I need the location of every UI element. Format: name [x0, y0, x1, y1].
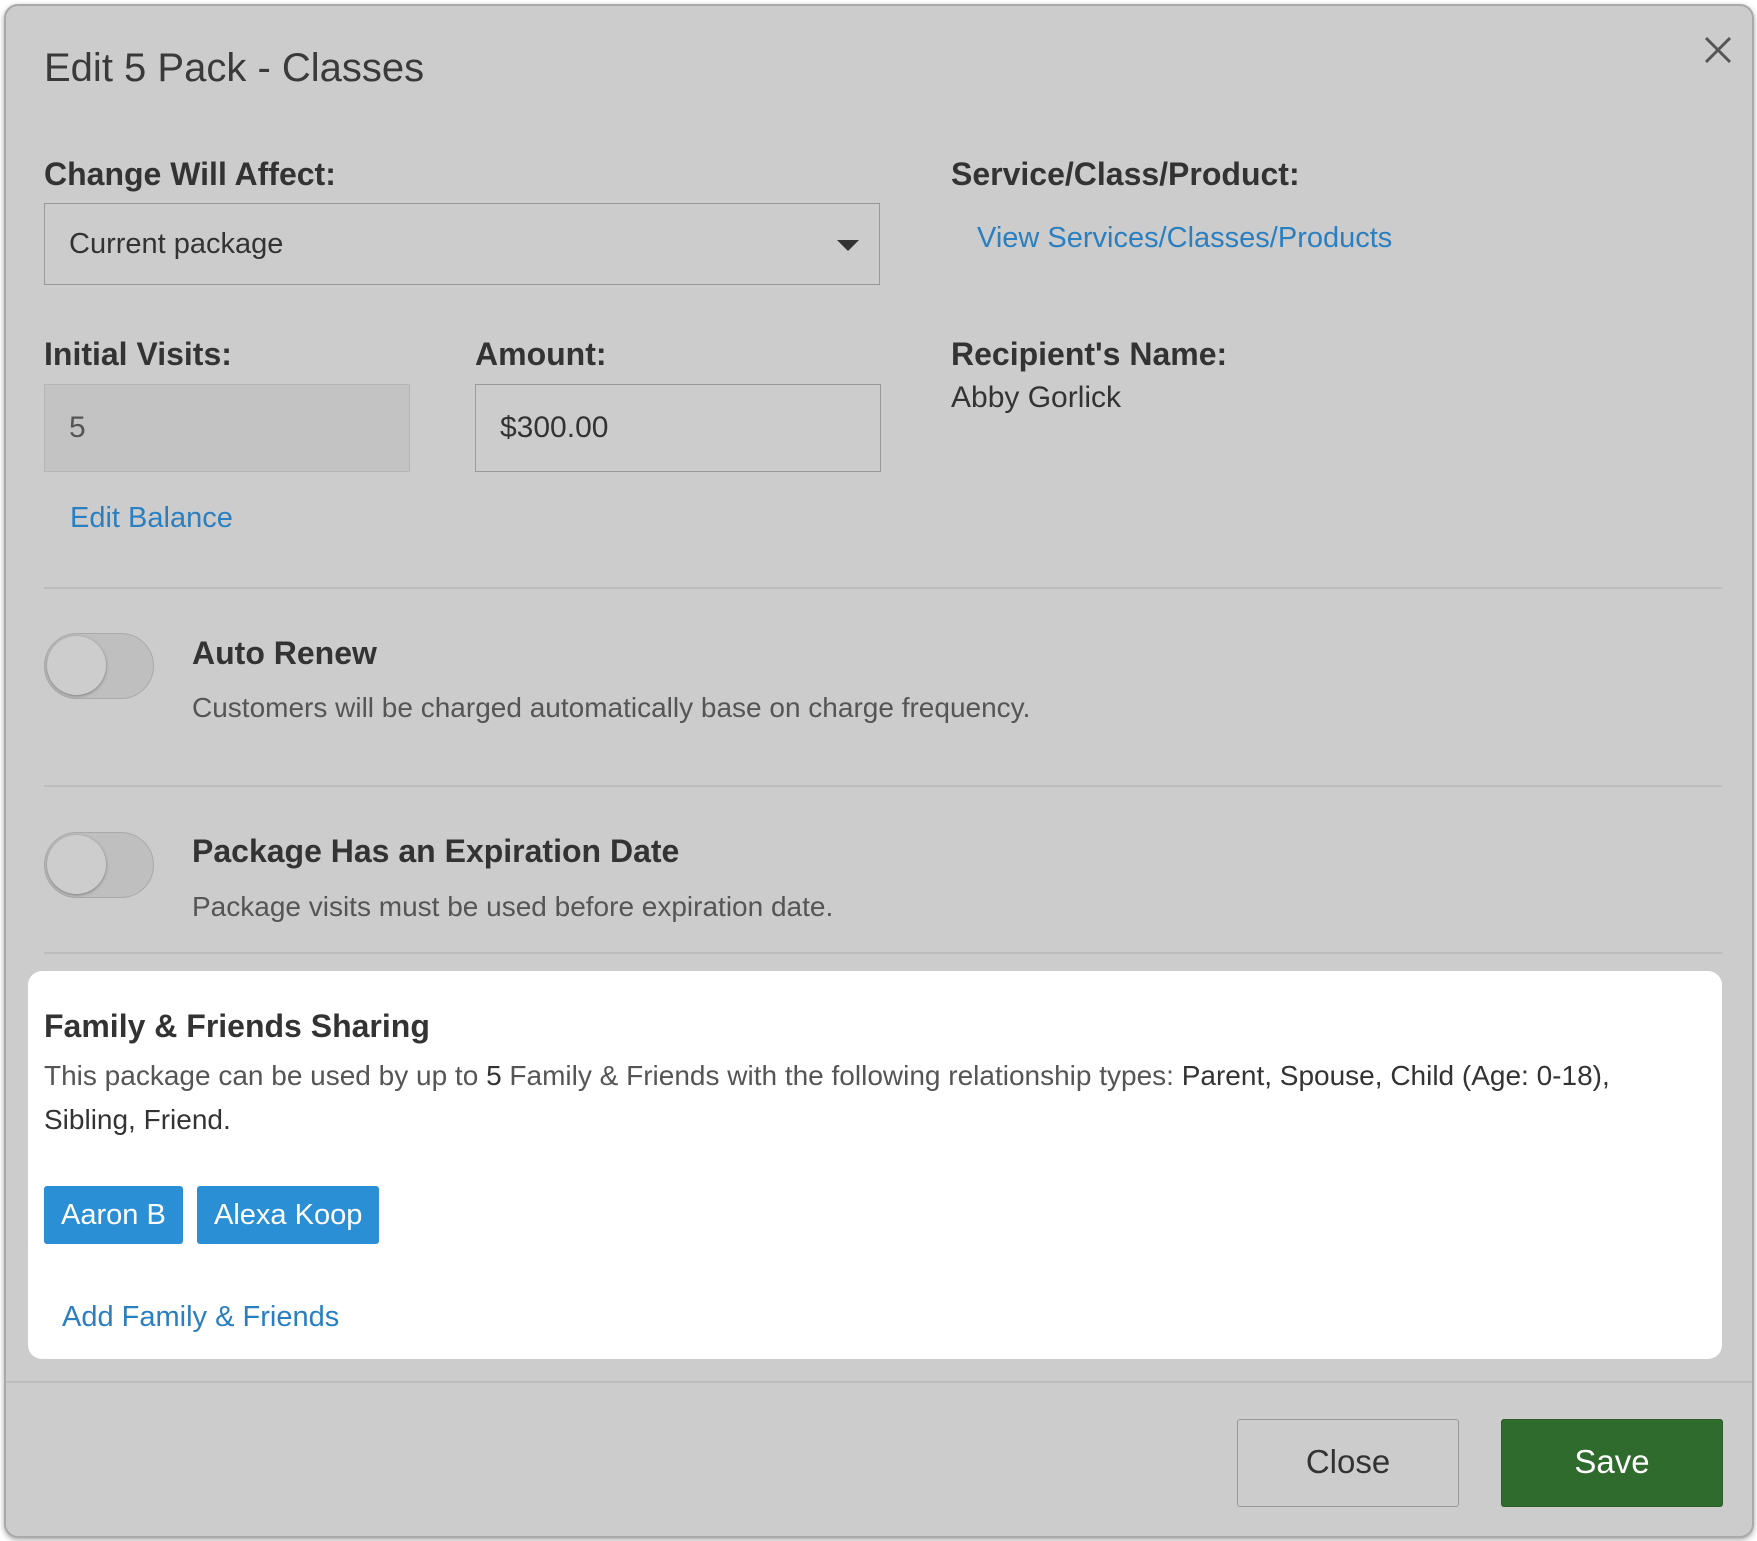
divider — [44, 587, 1722, 589]
close-icon[interactable] — [1698, 30, 1738, 70]
recipient-label: Recipient's Name: — [951, 336, 1228, 372]
edit-balance-link[interactable]: Edit Balance — [70, 502, 233, 535]
auto-renew-title: Auto Renew — [192, 635, 377, 671]
recipient-name: Abby Gorlick — [951, 381, 1122, 414]
member-tag[interactable]: Alexa Koop — [197, 1186, 380, 1244]
add-family-friends-link[interactable]: Add Family & Friends — [62, 1301, 339, 1334]
expiration-title: Package Has an Expiration Date — [192, 833, 680, 869]
save-button[interactable]: Save — [1501, 1419, 1723, 1507]
divider — [44, 952, 1722, 954]
view-services-link[interactable]: View Services/Classes/Products — [977, 222, 1392, 255]
sharing-desc-prefix: This package can be used by up to — [44, 1060, 487, 1091]
member-tag[interactable]: Aaron B — [44, 1186, 183, 1244]
chevron-down-icon — [837, 240, 859, 251]
change-affect-select[interactable]: Current package — [44, 203, 880, 285]
toggle-knob — [47, 636, 106, 695]
family-friends-sharing-panel: Family & Friends Sharing This package ca… — [28, 971, 1722, 1359]
sharing-description: This package can be used by up to 5 Fami… — [44, 1054, 1704, 1142]
modal-title: Edit 5 Pack - Classes — [44, 46, 425, 90]
sharing-count: 5 — [486, 1060, 502, 1091]
divider — [44, 785, 1722, 787]
edit-package-modal: Edit 5 Pack - Classes Change Will Affect… — [4, 4, 1754, 1538]
sharing-desc-middle: Family & Friends with the following rela… — [501, 1060, 1182, 1091]
close-button[interactable]: Close — [1237, 1419, 1459, 1507]
toggle-knob — [47, 835, 106, 894]
auto-renew-toggle[interactable] — [44, 633, 154, 699]
footer-divider — [6, 1381, 1752, 1383]
sharing-title: Family & Friends Sharing — [44, 1008, 430, 1044]
change-affect-label: Change Will Affect: — [44, 156, 336, 192]
expiration-toggle[interactable] — [44, 832, 154, 898]
amount-input[interactable]: $300.00 — [475, 384, 881, 472]
auto-renew-description: Customers will be charged automatically … — [192, 692, 1031, 723]
expiration-description: Package visits must be used before expir… — [192, 891, 834, 922]
initial-visits-input: 5 — [44, 384, 410, 472]
amount-label: Amount: — [475, 336, 607, 372]
change-affect-value: Current package — [69, 228, 284, 260]
initial-visits-label: Initial Visits: — [44, 336, 232, 372]
service-label: Service/Class/Product: — [951, 156, 1300, 192]
